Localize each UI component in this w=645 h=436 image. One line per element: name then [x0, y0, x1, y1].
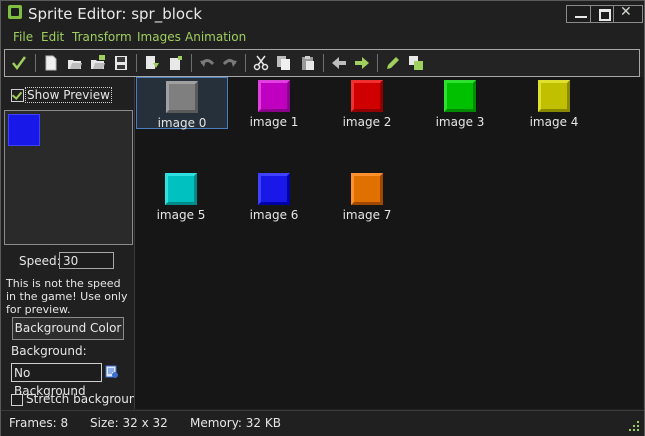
background-label: Background:: [11, 344, 87, 358]
toolbar-separator: [377, 54, 378, 72]
menu-images[interactable]: Images: [137, 30, 181, 44]
stretch-background-checkbox[interactable]: [11, 394, 23, 406]
show-preview-label[interactable]: Show Preview: [25, 87, 112, 103]
speed-input[interactable]: 30: [59, 252, 114, 269]
app-logo-icon: [8, 5, 22, 19]
menu-edit[interactable]: Edit: [41, 30, 64, 44]
save-icon[interactable]: [113, 55, 129, 71]
undo-icon[interactable]: [199, 55, 215, 71]
image-cell[interactable]: image 1: [229, 77, 319, 129]
image-thumbnail: [165, 173, 197, 205]
image-label: image 5: [156, 208, 206, 222]
toolbar-separator: [35, 54, 36, 72]
toolbar: [4, 49, 640, 77]
menu-file[interactable]: File: [13, 30, 33, 44]
image-label: image 6: [249, 208, 299, 222]
image-thumbnail: [166, 81, 198, 113]
insert-icon[interactable]: [168, 55, 184, 71]
image-thumbnail: [258, 173, 290, 205]
menu-animation[interactable]: Animation: [185, 30, 246, 44]
image-thumbnail: [258, 80, 290, 112]
image-label: image 0: [157, 116, 207, 130]
image-grid: image 0 image 1 image 2 image 3 image 4 …: [134, 77, 643, 409]
image-label: image 7: [342, 208, 392, 222]
ok-check-icon[interactable]: [11, 55, 27, 71]
frames-count: Frames: 8: [9, 416, 69, 430]
move-left-icon[interactable]: [331, 55, 347, 71]
stretch-background-label: Stretch background: [26, 392, 145, 406]
sprite-editor-window: Sprite Editor: spr_block ✕ File Edit Tra…: [0, 0, 645, 436]
open-strip-icon[interactable]: [90, 55, 106, 71]
close-button[interactable]: ✕: [613, 4, 643, 23]
menu-transform[interactable]: Transform: [72, 30, 132, 44]
memory-usage: Memory: 32 KB: [190, 416, 281, 430]
preview-sprite: [8, 114, 40, 146]
image-cell[interactable]: image 2: [322, 77, 412, 129]
image-cell[interactable]: image 6: [229, 170, 319, 222]
image-thumbnail: [444, 80, 476, 112]
image-cell[interactable]: image 7: [322, 170, 412, 222]
image-thumbnail: [538, 80, 570, 112]
open-icon[interactable]: [67, 55, 83, 71]
status-bar: Frames: 8 Size: 32 x 32 Memory: 32 KB: [1, 410, 644, 436]
image-label: image 1: [249, 115, 299, 129]
title-bar: Sprite Editor: spr_block ✕: [1, 1, 644, 27]
toolbar-separator: [323, 54, 324, 72]
image-cell[interactable]: image 4: [509, 77, 599, 129]
background-browse-icon[interactable]: [105, 365, 119, 379]
redo-icon[interactable]: [222, 55, 238, 71]
merge-icon[interactable]: [408, 55, 424, 71]
image-cell[interactable]: image 0: [136, 77, 228, 130]
new-icon[interactable]: [43, 55, 59, 71]
image-cell[interactable]: image 3: [415, 77, 505, 129]
background-select[interactable]: No Background: [11, 363, 102, 398]
preview-area: [4, 110, 133, 245]
background-color-button[interactable]: Background Color: [12, 317, 124, 340]
toolbar-separator: [191, 54, 192, 72]
resize-grip-icon[interactable]: [629, 421, 640, 432]
speed-note: This is not the speed in the game! Use o…: [6, 277, 128, 316]
import-icon[interactable]: [144, 55, 160, 71]
image-label: image 3: [435, 115, 485, 129]
cut-icon[interactable]: [253, 55, 269, 71]
image-label: image 4: [529, 115, 579, 129]
edit-pencil-icon[interactable]: [385, 55, 401, 71]
close-icon: ✕: [620, 4, 632, 20]
speed-label: Speed:: [19, 254, 61, 268]
move-right-icon[interactable]: [354, 55, 370, 71]
menu-bar: File Edit Transform Images Animation: [1, 28, 644, 48]
image-thumbnail: [351, 173, 383, 205]
copy-icon[interactable]: [276, 55, 292, 71]
image-thumbnail: [351, 80, 383, 112]
sprite-size: Size: 32 x 32: [90, 416, 168, 430]
toolbar-separator: [245, 54, 246, 72]
minimize-icon: [575, 16, 587, 18]
paste-icon[interactable]: [300, 55, 316, 71]
show-preview-checkbox[interactable]: [11, 89, 24, 102]
image-cell[interactable]: image 5: [136, 170, 226, 222]
maximize-icon: [599, 9, 611, 21]
window-title: Sprite Editor: spr_block: [28, 5, 203, 23]
image-label: image 2: [342, 115, 392, 129]
toolbar-separator: [136, 54, 137, 72]
